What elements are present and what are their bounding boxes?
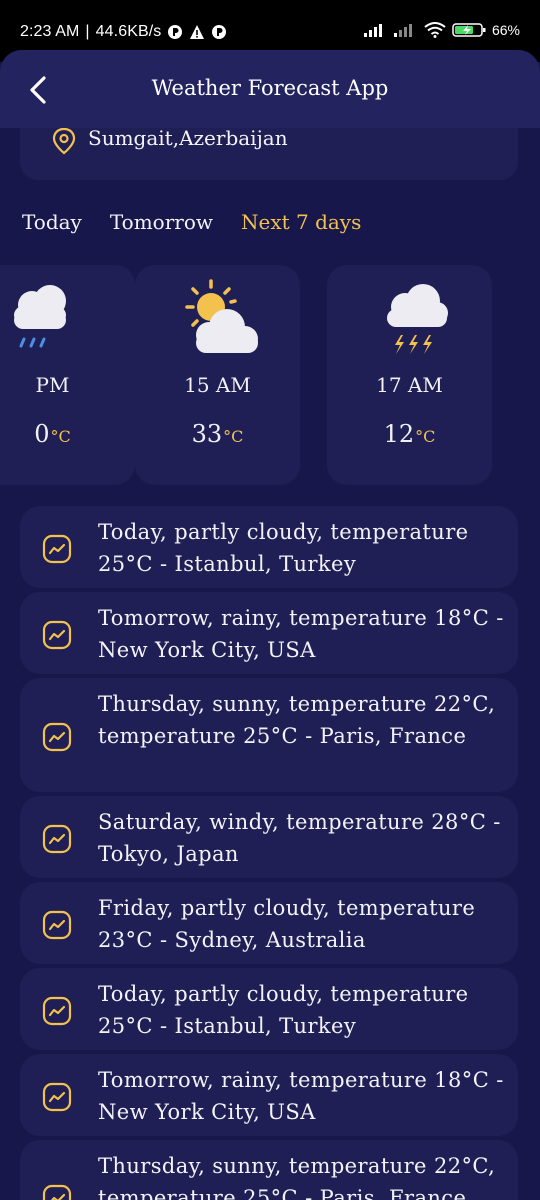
hourly-temperature: 12°C: [327, 420, 492, 448]
status-time: 2:23 AM: [20, 23, 80, 40]
forecast-text: Tomorrow, rainy, temperature 18°C - New …: [98, 606, 504, 662]
forecast-text: Thursday, sunny, temperature 22°C, tempe…: [98, 692, 496, 748]
hourly-card[interactable]: PM 0°C: [0, 265, 135, 485]
trend-chart-icon: [42, 722, 72, 752]
status-right: 66%: [363, 22, 520, 38]
notification-app-icon: [212, 25, 227, 39]
status-left: 2:23 AM | 44.6KB/s: [20, 23, 227, 41]
notification-app-icon: [168, 25, 183, 39]
forecast-text: Saturday, windy, temperature 28°C - Toky…: [98, 810, 501, 866]
app-screen: Sumgait,Azerbaijan Weather Forecast App …: [0, 50, 540, 1200]
list-item[interactable]: Friday, partly cloudy, temperature 23°C …: [20, 882, 518, 964]
hourly-time: 15 AM: [184, 373, 251, 397]
trend-chart-icon: [42, 1184, 72, 1200]
forecast-text: Today, partly cloudy, temperature 25°C -…: [98, 520, 469, 576]
trend-chart-icon: [42, 824, 72, 854]
location-pin-icon: [52, 127, 76, 155]
signal-icon: [393, 24, 412, 37]
status-network-speed: 44.6KB/s: [95, 23, 162, 40]
forecast-text: Tomorrow, rainy, temperature 18°C - New …: [98, 1068, 504, 1124]
trend-chart-icon: [42, 534, 72, 564]
sun-cloud-icon: [185, 279, 258, 353]
list-item[interactable]: Thursday, sunny, temperature 22°C, tempe…: [20, 1140, 518, 1200]
hourly-temp-unit: °C: [50, 427, 71, 446]
list-item[interactable]: Tomorrow, rainy, temperature 18°C - New …: [20, 592, 518, 674]
forecast-text: Thursday, sunny, temperature 22°C, tempe…: [98, 1154, 496, 1200]
hourly-temperature: 33°C: [135, 420, 300, 448]
trend-chart-icon: [42, 996, 72, 1026]
list-item[interactable]: Saturday, windy, temperature 28°C - Toky…: [20, 796, 518, 878]
hourly-temperature: 0°C: [0, 420, 135, 448]
tab-tomorrow[interactable]: Tomorrow: [110, 210, 213, 234]
hourly-temp-value: 12: [383, 420, 415, 448]
trend-chart-icon: [42, 910, 72, 940]
cloud-lightning-icon: [387, 284, 448, 354]
status-divider: |: [85, 23, 90, 40]
trend-chart-icon: [42, 620, 72, 650]
warning-icon: [190, 25, 205, 39]
list-item[interactable]: Today, partly cloudy, temperature 25°C -…: [20, 506, 518, 588]
forecast-tabs: Today Tomorrow Next 7 days: [22, 210, 361, 234]
hourly-time: 17 AM: [376, 373, 443, 397]
list-item[interactable]: Tomorrow, rainy, temperature 18°C - New …: [20, 1054, 518, 1136]
top-app-bar: Weather Forecast App: [0, 50, 540, 128]
hourly-time: PM: [35, 373, 70, 397]
hourly-temp-unit: °C: [415, 427, 436, 446]
list-item[interactable]: Thursday, sunny, temperature 22°C, tempe…: [20, 678, 518, 792]
tab-next-7-days[interactable]: Next 7 days: [241, 210, 361, 234]
hourly-card[interactable]: 17 AM 12°C: [327, 265, 492, 485]
forecast-text: Friday, partly cloudy, temperature 23°C …: [98, 896, 476, 952]
hourly-temp-value: 0: [34, 420, 50, 448]
battery-icon: [452, 23, 486, 37]
wifi-icon: [424, 22, 446, 38]
hourly-temp-value: 33: [191, 420, 223, 448]
cloud-rain-icon: [14, 285, 66, 348]
signal-icon: [363, 24, 382, 37]
location-name: Sumgait,Azerbaijan: [88, 126, 288, 150]
hourly-card[interactable]: 15 AM 33°C: [135, 265, 300, 485]
battery-percentage: 66%: [491, 22, 520, 38]
forecast-text: Today, partly cloudy, temperature 25°C -…: [98, 982, 469, 1038]
hourly-temp-unit: °C: [223, 427, 244, 446]
trend-chart-icon: [42, 1082, 72, 1112]
tab-today[interactable]: Today: [22, 210, 82, 234]
list-item[interactable]: Today, partly cloudy, temperature 25°C -…: [20, 968, 518, 1050]
page-title: Weather Forecast App: [151, 76, 389, 100]
